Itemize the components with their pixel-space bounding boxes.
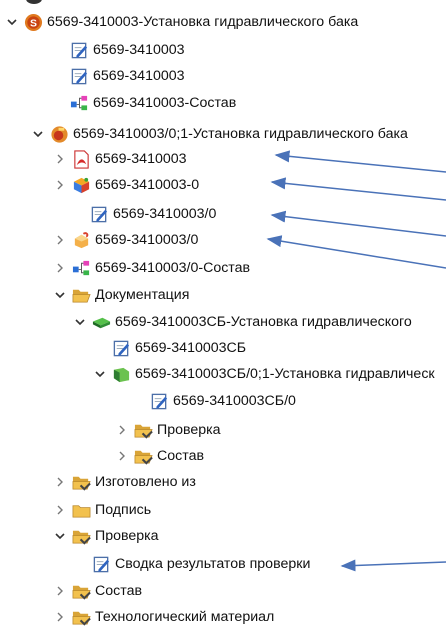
tree-item[interactable]: 6569-3410003/0 bbox=[70, 201, 216, 227]
tree-item-label: 6569-3410003 bbox=[93, 68, 185, 84]
tree-item-label: Документация bbox=[95, 287, 190, 303]
tree-item-label: 6569-3410003-Установка гидравлического б… bbox=[47, 14, 359, 30]
chevron-right-icon[interactable] bbox=[52, 583, 68, 599]
tree-item-label: Состав bbox=[95, 583, 142, 599]
tree-item[interactable]: Документация bbox=[52, 282, 189, 308]
tree-item-label: 6569-3410003СБ bbox=[135, 340, 247, 356]
tree-item[interactable]: 6569-3410003 bbox=[52, 146, 187, 172]
folder-check-icon bbox=[72, 608, 91, 627]
tree-item[interactable]: Состав bbox=[114, 443, 204, 469]
tree-item-label: 6569-3410003-0 bbox=[95, 177, 200, 193]
part-orange-icon bbox=[72, 231, 91, 250]
chevron-right-icon[interactable] bbox=[52, 177, 68, 193]
tree-item-label: 6569-3410003СБ/0;1-Установка гидравличес… bbox=[135, 366, 435, 382]
tree-item[interactable]: 6569-3410003-Состав bbox=[50, 90, 236, 116]
assembly-revision-icon bbox=[50, 125, 69, 144]
tree-item[interactable]: Технологический материал bbox=[52, 604, 274, 630]
chevron-right-icon[interactable] bbox=[114, 448, 130, 464]
tree-item[interactable]: Проверка bbox=[114, 417, 221, 443]
document-edit-icon bbox=[90, 205, 109, 224]
tree-item[interactable]: 6569-3410003 bbox=[50, 63, 185, 89]
cube-model-icon bbox=[72, 176, 91, 195]
tree-item-label: 6569-3410003/0 bbox=[113, 206, 217, 222]
document-edit-icon bbox=[70, 41, 89, 60]
structure-icon bbox=[72, 259, 91, 278]
annotation-arrow bbox=[270, 210, 446, 237]
folder-check-icon bbox=[72, 527, 91, 546]
chevron-down-icon[interactable] bbox=[30, 126, 46, 142]
chevron-right-icon[interactable] bbox=[52, 260, 68, 276]
annotation-arrow bbox=[266, 235, 446, 269]
chevron-down-icon[interactable] bbox=[52, 528, 68, 544]
tree-item-label: Проверка bbox=[157, 422, 221, 438]
annotation-arrow bbox=[340, 559, 446, 572]
tree-item[interactable]: Проверка bbox=[52, 523, 159, 549]
chevron-right-icon[interactable] bbox=[52, 609, 68, 625]
svg-text:S: S bbox=[30, 18, 37, 29]
folder-icon bbox=[72, 501, 91, 520]
chevron-right-icon[interactable] bbox=[52, 474, 68, 490]
toggle-spacer bbox=[50, 42, 66, 58]
tree-item[interactable]: 6569-3410003 bbox=[50, 37, 185, 63]
folder-check-icon bbox=[72, 473, 91, 492]
tree-item[interactable]: Подпись bbox=[52, 497, 151, 523]
tree-item[interactable]: 6569-3410003СБ/0 bbox=[130, 388, 296, 414]
structure-icon bbox=[70, 94, 89, 113]
tree-item[interactable]: Состав bbox=[52, 578, 142, 604]
document-edit-icon bbox=[112, 339, 131, 358]
document-edit-icon bbox=[150, 392, 169, 411]
document-edit-icon bbox=[70, 67, 89, 86]
pdf-icon bbox=[72, 149, 91, 169]
chevron-down-icon[interactable] bbox=[4, 14, 20, 30]
drawing-green-icon bbox=[92, 313, 111, 332]
chevron-down-icon[interactable] bbox=[52, 287, 68, 303]
tree-item-label: 6569-3410003СБ/0 bbox=[173, 393, 296, 409]
tree-item-label: Технологический материал bbox=[95, 609, 275, 625]
toggle-spacer bbox=[70, 206, 86, 222]
tree-item-label: 6569-3410003СБ-Установка гидравлического bbox=[115, 314, 412, 330]
chevron-down-icon[interactable] bbox=[92, 366, 108, 382]
tree-item-label: 6569-3410003/0 bbox=[95, 232, 199, 248]
chevron-right-icon[interactable] bbox=[52, 232, 68, 248]
tree-item[interactable]: 6569-3410003СБ-Установка гидравлического bbox=[72, 309, 412, 335]
toggle-spacer bbox=[50, 95, 66, 111]
tree-item-label: Изготовлено из bbox=[95, 474, 196, 490]
assembly-root-icon: S bbox=[24, 13, 43, 32]
folder-check-icon bbox=[72, 582, 91, 601]
tree-item[interactable]: Сводка результатов проверки bbox=[72, 551, 310, 577]
folder-check-icon bbox=[134, 421, 153, 440]
toggle-spacer bbox=[130, 393, 146, 409]
chevron-right-icon[interactable] bbox=[114, 422, 130, 438]
tree-item[interactable]: 6569-3410003СБ/0;1-Установка гидравличес… bbox=[92, 361, 435, 387]
tree-item-label: 6569-3410003 bbox=[93, 42, 185, 58]
annotation-arrow bbox=[270, 177, 446, 201]
toggle-spacer bbox=[50, 68, 66, 84]
tree-item-label: 6569-3410003/0-Состав bbox=[95, 260, 251, 276]
tree-item-label: Подпись bbox=[95, 502, 152, 518]
tree-item[interactable]: 6569-3410003-0 bbox=[52, 172, 199, 198]
tree-item-label: 6569-3410003 bbox=[95, 151, 187, 167]
folder-open-icon bbox=[72, 286, 91, 305]
toggle-spacer bbox=[72, 556, 88, 572]
drawing-revision-icon bbox=[112, 365, 131, 384]
tree-item-label: 6569-3410003-Состав bbox=[93, 95, 237, 111]
chevron-right-icon[interactable] bbox=[52, 502, 68, 518]
chevron-right-icon[interactable] bbox=[52, 151, 68, 167]
tree-item[interactable]: 6569-3410003/0 bbox=[52, 227, 198, 253]
document-edit-icon bbox=[92, 555, 111, 574]
tree-item[interactable]: S 6569-3410003-Установка гидравлического … bbox=[4, 9, 358, 35]
tree-item[interactable]: Изготовлено из bbox=[52, 469, 196, 495]
chevron-down-icon[interactable] bbox=[72, 314, 88, 330]
tree-item-label: Состав bbox=[157, 448, 204, 464]
tree-item[interactable]: 6569-3410003/0-Состав bbox=[52, 255, 250, 281]
annotation-arrow bbox=[274, 150, 446, 173]
tree-item-label: Проверка bbox=[95, 528, 159, 544]
scrolled-item-edge bbox=[26, 0, 42, 4]
tree-item-label: 6569-3410003/0;1-Установка гидравлическо… bbox=[73, 126, 408, 142]
tree-item-label: Сводка результатов проверки bbox=[115, 556, 311, 572]
folder-check-icon bbox=[134, 447, 153, 466]
tree-item[interactable]: 6569-3410003СБ bbox=[92, 335, 246, 361]
tree-item[interactable]: 6569-3410003/0;1-Установка гидравлическо… bbox=[30, 121, 408, 147]
toggle-spacer bbox=[92, 340, 108, 356]
